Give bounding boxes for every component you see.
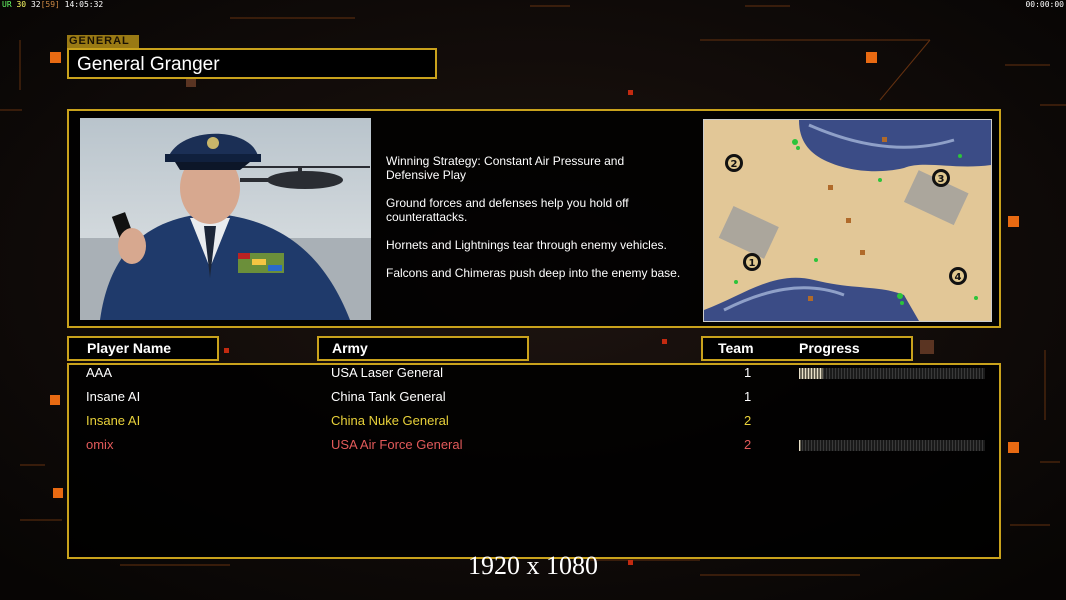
player-name: AAA <box>86 365 113 380</box>
player-row: AAA USA Laser General 1 <box>0 362 1066 384</box>
resolution-label: 1920 x 1080 <box>468 551 598 580</box>
player-team: 1 <box>744 389 752 404</box>
player-army: USA Laser General <box>331 365 444 380</box>
fps-counter: UR 30 32[59] 14:05:32 <box>2 0 104 9</box>
player-row: Insane AI China Nuke General 2 <box>0 410 1066 432</box>
player-row: omix USA Air Force General 2 <box>0 434 1066 456</box>
player-name: Insane AI <box>86 413 141 428</box>
player-army: China Nuke General <box>331 413 449 428</box>
start-position-3: 3 <box>938 174 945 185</box>
player-row: Insane AI China Tank General 1 <box>0 386 1066 408</box>
team-progress-header: Team Progress <box>701 336 913 361</box>
system-clock: 14:05:32 <box>64 0 104 9</box>
loading-progress-bar <box>799 368 985 379</box>
player-team: 2 <box>744 413 752 428</box>
loading-progress-bar <box>799 440 985 451</box>
strategy-line: Falcons and Chimeras push deep into the … <box>386 266 681 280</box>
start-position-2: 2 <box>731 159 738 170</box>
strategy-line: Ground forces and defenses help you hold… <box>386 196 629 224</box>
player-team: 2 <box>744 437 752 452</box>
player-name-header: Player Name <box>67 336 219 361</box>
general-portrait-image <box>80 118 371 320</box>
progress-fill <box>799 440 801 451</box>
general-tag: GENERAL <box>67 35 139 48</box>
strategy-line: Winning Strategy: Constant Air Pressure … <box>386 154 625 182</box>
player-name: omix <box>86 437 114 452</box>
team-header: Team <box>718 340 754 356</box>
player-army: China Tank General <box>331 389 446 404</box>
player-team: 1 <box>744 365 752 380</box>
game-timer: 00:00:00 <box>1025 0 1064 9</box>
start-position-1: 1 <box>749 258 756 269</box>
player-name: Insane AI <box>86 389 141 404</box>
army-header: Army <box>317 336 529 361</box>
winning-strategy-text: Winning Strategy: Constant Air Pressure … <box>386 154 696 294</box>
general-name: General Granger <box>67 48 437 79</box>
progress-fill <box>799 368 824 379</box>
strategy-line: Hornets and Lightnings tear through enem… <box>386 238 667 252</box>
progress-header: Progress <box>799 340 860 356</box>
start-position-4: 4 <box>955 272 962 283</box>
map-preview: 1 2 3 4 <box>703 119 992 322</box>
player-army: USA Air Force General <box>331 437 463 452</box>
